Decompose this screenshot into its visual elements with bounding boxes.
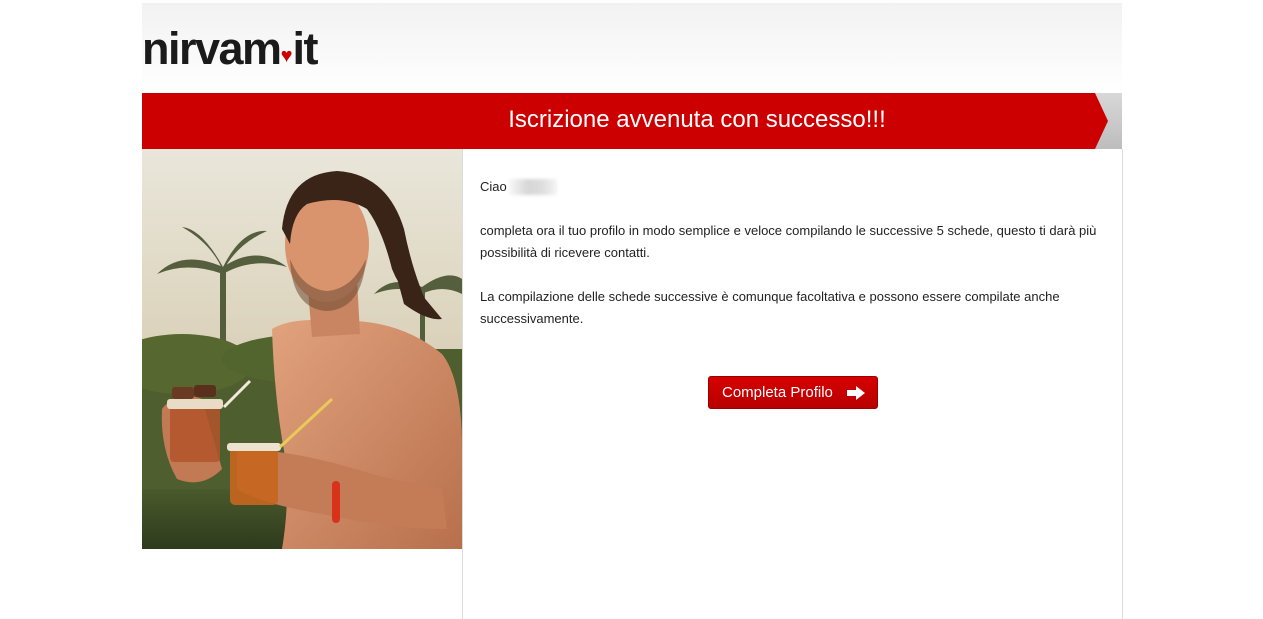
redacted-username [508,179,557,195]
arrow-right-icon [847,386,865,400]
main-content: Ciao completa ora il tuo profilo in modo… [462,149,1123,619]
greeting-label: Ciao [480,179,507,194]
paragraph-profile-intro: completa ora il tuo profilo in modo semp… [480,223,1097,260]
logo-tld: it [292,23,318,74]
complete-profile-label: Completa Profilo [722,384,833,401]
success-banner: Iscrizione avvenuta con successo!!! [142,93,1122,149]
logo-text: nirvam [142,23,282,74]
complete-profile-button[interactable]: Completa Profilo [708,376,878,409]
profile-photo [142,149,462,549]
banner-title: Iscrizione avvenuta con successo!!! [508,106,886,133]
message-text: Ciao completa ora il tuo profilo in modo… [480,176,1105,352]
photo-illustration [142,149,462,549]
paragraph-optional-note: La compilazione delle schede successive … [480,289,1060,326]
heart-icon: ♥ [280,45,293,67]
greeting-line: Ciao [480,176,1105,198]
site-header: nirvam♥it [142,3,1122,93]
site-logo[interactable]: nirvam♥it [142,23,318,80]
